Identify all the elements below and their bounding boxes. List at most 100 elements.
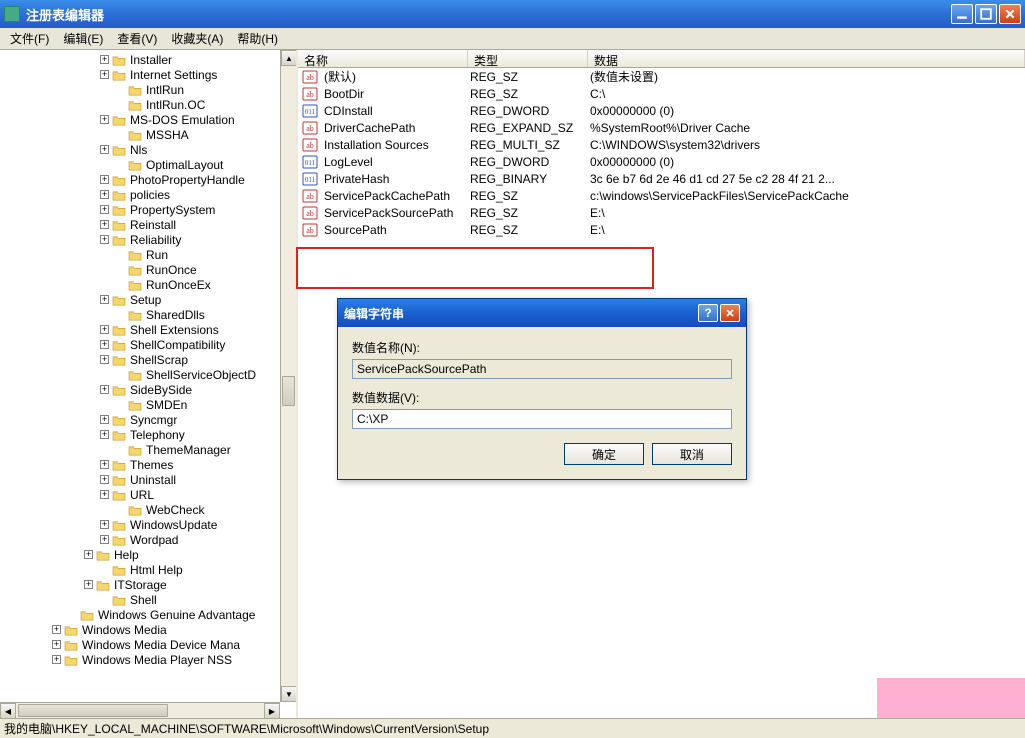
tree-item[interactable]: +policies bbox=[0, 187, 280, 202]
expand-icon[interactable]: + bbox=[100, 355, 109, 364]
tree-item[interactable]: RunOnceEx bbox=[0, 277, 280, 292]
expand-icon[interactable]: + bbox=[52, 655, 61, 664]
minimize-button[interactable] bbox=[951, 4, 973, 24]
tree-item[interactable]: WebCheck bbox=[0, 502, 280, 517]
tree-item[interactable]: +Wordpad bbox=[0, 532, 280, 547]
tree-item[interactable]: Html Help bbox=[0, 562, 280, 577]
tree-item[interactable]: Windows Genuine Advantage bbox=[0, 607, 280, 622]
expand-icon[interactable]: + bbox=[100, 205, 109, 214]
expand-icon[interactable]: + bbox=[52, 625, 61, 634]
tree-item[interactable]: +Setup bbox=[0, 292, 280, 307]
menu-item[interactable]: 编辑(E) bbox=[57, 28, 109, 49]
column-data[interactable]: 数据 bbox=[588, 50, 1025, 67]
expand-icon[interactable]: + bbox=[100, 475, 109, 484]
scroll-right-button[interactable]: ▶ bbox=[264, 703, 280, 718]
tree-item[interactable]: +Windows Media Device Mana bbox=[0, 637, 280, 652]
dialog-close-button[interactable] bbox=[720, 304, 740, 322]
tree-item[interactable]: +Shell Extensions bbox=[0, 322, 280, 337]
expand-icon[interactable]: + bbox=[100, 175, 109, 184]
menu-item[interactable]: 文件(F) bbox=[4, 28, 55, 49]
tree-item[interactable]: +Installer bbox=[0, 52, 280, 67]
tree-item[interactable]: RunOnce bbox=[0, 262, 280, 277]
expand-icon[interactable]: + bbox=[84, 550, 93, 559]
tree-item[interactable]: +URL bbox=[0, 487, 280, 502]
registry-value-row[interactable]: 011LogLevelREG_DWORD0x00000000 (0) bbox=[298, 153, 1025, 170]
expand-icon[interactable]: + bbox=[84, 580, 93, 589]
tree-item[interactable]: Shell bbox=[0, 592, 280, 607]
tree-item[interactable]: MSSHA bbox=[0, 127, 280, 142]
registry-tree[interactable]: +Installer+Internet SettingsIntlRunIntlR… bbox=[0, 50, 280, 669]
tree-horizontal-scrollbar[interactable]: ◀ ▶ bbox=[0, 702, 280, 718]
registry-value-row[interactable]: abInstallation SourcesREG_MULTI_SZC:\WIN… bbox=[298, 136, 1025, 153]
expand-icon[interactable]: + bbox=[100, 145, 109, 154]
tree-item[interactable]: +Telephony bbox=[0, 427, 280, 442]
tree-item[interactable]: +Themes bbox=[0, 457, 280, 472]
menu-item[interactable]: 收藏夹(A) bbox=[165, 28, 229, 49]
values-list[interactable]: ab(默认)REG_SZ(数值未设置)abBootDirREG_SZC:\011… bbox=[298, 68, 1025, 238]
value-name-field[interactable] bbox=[352, 359, 732, 379]
menu-item[interactable]: 帮助(H) bbox=[231, 28, 284, 49]
tree-item[interactable]: +WindowsUpdate bbox=[0, 517, 280, 532]
expand-icon[interactable]: + bbox=[100, 325, 109, 334]
maximize-button[interactable] bbox=[975, 4, 997, 24]
tree-item[interactable]: +SideBySide bbox=[0, 382, 280, 397]
tree-item[interactable]: OptimalLayout bbox=[0, 157, 280, 172]
tree-vertical-scrollbar[interactable]: ▲ ▼ bbox=[280, 50, 296, 702]
expand-icon[interactable]: + bbox=[100, 430, 109, 439]
scroll-left-button[interactable]: ◀ bbox=[0, 703, 16, 718]
tree-item[interactable]: +Internet Settings bbox=[0, 67, 280, 82]
dialog-help-button[interactable]: ? bbox=[698, 304, 718, 322]
expand-icon[interactable]: + bbox=[100, 115, 109, 124]
tree-item[interactable]: +Reinstall bbox=[0, 217, 280, 232]
expand-icon[interactable]: + bbox=[100, 535, 109, 544]
column-type[interactable]: 类型 bbox=[468, 50, 588, 67]
expand-icon[interactable]: + bbox=[100, 520, 109, 529]
tree-item[interactable]: IntlRun bbox=[0, 82, 280, 97]
tree-item[interactable]: +PropertySystem bbox=[0, 202, 280, 217]
tree-item[interactable]: +Uninstall bbox=[0, 472, 280, 487]
registry-value-row[interactable]: abDriverCachePathREG_EXPAND_SZ%SystemRoo… bbox=[298, 119, 1025, 136]
tree-item[interactable]: +Windows Media bbox=[0, 622, 280, 637]
ok-button[interactable]: 确定 bbox=[564, 443, 644, 465]
expand-icon[interactable]: + bbox=[100, 490, 109, 499]
expand-icon[interactable]: + bbox=[100, 235, 109, 244]
expand-icon[interactable]: + bbox=[100, 385, 109, 394]
tree-item[interactable]: Run bbox=[0, 247, 280, 262]
tree-item[interactable]: +Reliability bbox=[0, 232, 280, 247]
expand-icon[interactable]: + bbox=[100, 340, 109, 349]
registry-value-row[interactable]: 011CDInstallREG_DWORD0x00000000 (0) bbox=[298, 102, 1025, 119]
expand-icon[interactable]: + bbox=[100, 460, 109, 469]
tree-item[interactable]: SMDEn bbox=[0, 397, 280, 412]
expand-icon[interactable]: + bbox=[100, 190, 109, 199]
value-data-field[interactable] bbox=[352, 409, 732, 429]
tree-item[interactable]: ShellServiceObjectD bbox=[0, 367, 280, 382]
tree-item[interactable]: ThemeManager bbox=[0, 442, 280, 457]
tree-item[interactable]: +Nls bbox=[0, 142, 280, 157]
tree-item[interactable]: +Windows Media Player NSS bbox=[0, 652, 280, 667]
expand-icon[interactable]: + bbox=[100, 55, 109, 64]
scroll-down-button[interactable]: ▼ bbox=[281, 686, 297, 702]
tree-item[interactable]: +MS-DOS Emulation bbox=[0, 112, 280, 127]
tree-item[interactable]: SharedDlls bbox=[0, 307, 280, 322]
tree-item[interactable]: +ITStorage bbox=[0, 577, 280, 592]
column-name[interactable]: 名称 bbox=[298, 50, 468, 67]
tree-item[interactable]: +Help bbox=[0, 547, 280, 562]
scroll-up-button[interactable]: ▲ bbox=[281, 50, 297, 66]
tree-item[interactable]: +Syncmgr bbox=[0, 412, 280, 427]
registry-value-row[interactable]: abServicePackCachePathREG_SZc:\windows\S… bbox=[298, 187, 1025, 204]
expand-icon[interactable]: + bbox=[52, 640, 61, 649]
registry-value-row[interactable]: 011PrivateHashREG_BINARY3c 6e b7 6d 2e 4… bbox=[298, 170, 1025, 187]
tree-item[interactable]: +PhotoPropertyHandle bbox=[0, 172, 280, 187]
cancel-button[interactable]: 取消 bbox=[652, 443, 732, 465]
expand-icon[interactable]: + bbox=[100, 415, 109, 424]
registry-value-row[interactable]: abSourcePathREG_SZE:\ bbox=[298, 221, 1025, 238]
registry-value-row[interactable]: ab(默认)REG_SZ(数值未设置) bbox=[298, 68, 1025, 85]
tree-item[interactable]: +ShellScrap bbox=[0, 352, 280, 367]
tree-item[interactable]: +ShellCompatibility bbox=[0, 337, 280, 352]
expand-icon[interactable]: + bbox=[100, 70, 109, 79]
registry-value-row[interactable]: abBootDirREG_SZC:\ bbox=[298, 85, 1025, 102]
tree-item[interactable]: IntlRun.OC bbox=[0, 97, 280, 112]
menu-item[interactable]: 查看(V) bbox=[111, 28, 163, 49]
expand-icon[interactable]: + bbox=[100, 295, 109, 304]
expand-icon[interactable]: + bbox=[100, 220, 109, 229]
